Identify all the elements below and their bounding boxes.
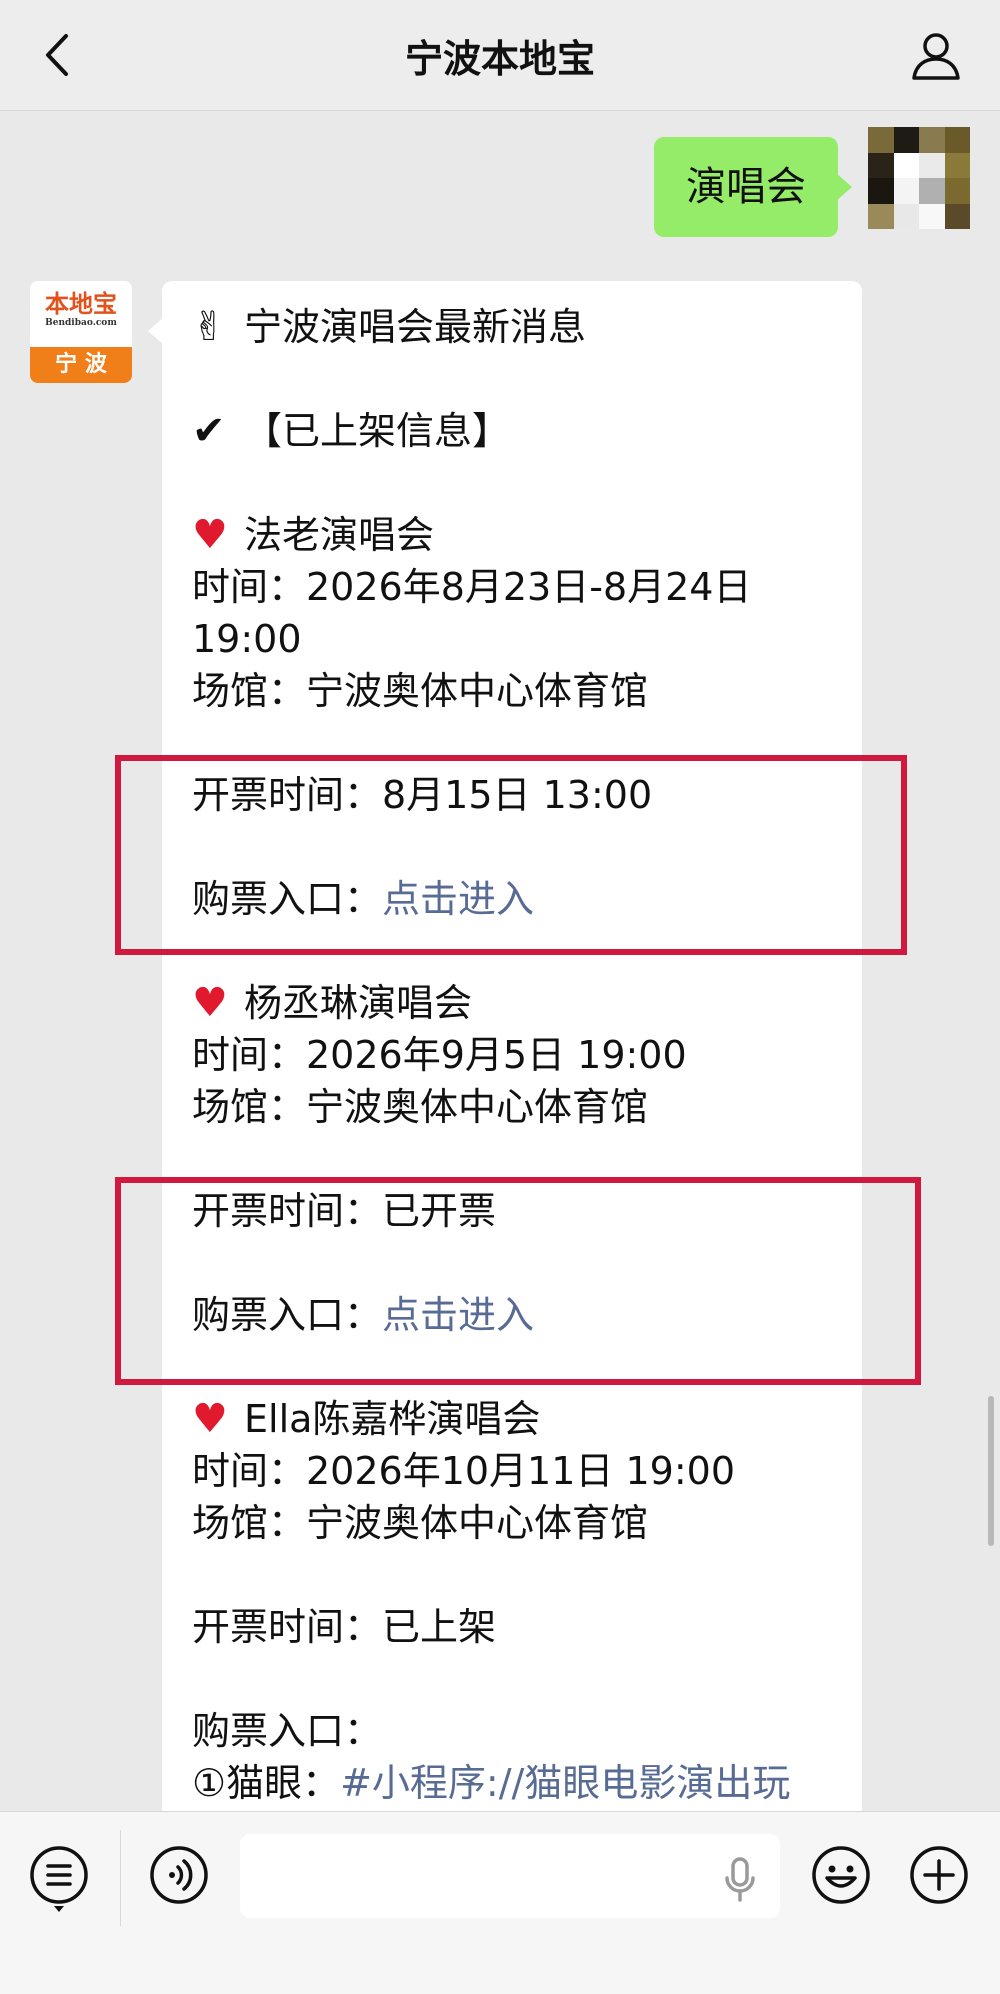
heart-emoji: ♥ (192, 1396, 228, 1442)
page-title: 宁波本地宝 (404, 37, 595, 81)
concert-venue: 场馆：宁波奥体中心体育馆 (192, 669, 649, 713)
message-input[interactable] (240, 1834, 780, 1918)
divider (120, 1830, 121, 1926)
menu-button[interactable] (28, 1844, 90, 1912)
check-mark-emoji: ✔ (192, 408, 226, 454)
concert-time: 时间：2026年9月5日 19:00 (192, 1033, 687, 1077)
voice-button[interactable] (148, 1844, 210, 1906)
emoji-button[interactable] (810, 1844, 872, 1906)
highlight-box (115, 755, 907, 955)
sent-message-text: 演唱会 (686, 164, 806, 210)
mic-button[interactable] (720, 1856, 760, 1902)
voice-wave-icon (150, 1846, 208, 1904)
victory-hand-emoji: ✌ (192, 304, 226, 350)
concert-name: ♥ Ella陈嘉桦演唱会 (192, 1393, 540, 1445)
concert-time: 时间：2026年10月11日 19:00 (192, 1449, 736, 1493)
profile-button[interactable] (908, 28, 964, 84)
avatar-city-label: 宁 波 (30, 347, 132, 383)
concert-venue: 场馆：宁波奥体中心体育馆 (192, 1085, 649, 1129)
miniprogram-link[interactable]: #小程序://猫眼电影演出玩 (340, 1761, 790, 1805)
concert-sale-time: 开票时间：已上架 (192, 1605, 497, 1649)
concert-venue: 场馆：宁波奥体中心体育馆 (192, 1501, 649, 1545)
microphone-icon (725, 1857, 755, 1902)
highlight-box (115, 1177, 921, 1385)
ticket-option: ①猫眼：#小程序://猫眼电影演出玩 (192, 1761, 791, 1805)
user-icon (912, 33, 960, 80)
ticket-entry-label: 购票入口： (192, 1709, 383, 1753)
heart-emoji: ♥ (192, 980, 228, 1026)
my-avatar[interactable] (868, 127, 970, 229)
concert-time: 时间：2026年8月23日-8月24日 (192, 565, 752, 609)
heart-emoji: ♥ (192, 512, 228, 558)
input-bar (0, 1811, 1000, 1994)
plus-circle-icon (910, 1846, 968, 1904)
concert-name: ♥ 法老演唱会 (192, 509, 434, 561)
reply-message-bubble[interactable]: ✌ 宁波演唱会最新消息 ✔ 【已上架信息】 ♥ 法老演唱会 时间：2026年8月23日… (148, 281, 862, 1811)
bot-avatar[interactable]: 本地宝 Bendibao.com 宁 波 (30, 281, 132, 383)
scrollbar-thumb[interactable] (988, 1396, 994, 1546)
add-button[interactable] (908, 1844, 970, 1906)
list-icon (30, 1846, 88, 1912)
reply-title: ✌ 宁波演唱会最新消息 (192, 301, 586, 353)
chat-area[interactable]: 演唱会 本地宝 Bendibao.com 宁 波 ✌ 宁波演唱会最新消息 ✔ 【已上… (0, 111, 1000, 1811)
sent-message-bubble[interactable]: 演唱会 (654, 137, 852, 237)
section-heading: ✔ 【已上架信息】 (192, 405, 510, 457)
nav-bar: 宁波本地宝 (0, 0, 1000, 111)
bendibao-logo: 本地宝 Bendibao.com (30, 281, 132, 347)
concert-name: ♥ 杨丞琳演唱会 (192, 977, 472, 1029)
concert-time-cont: 19:00 (192, 617, 302, 661)
smiley-icon (812, 1846, 870, 1904)
